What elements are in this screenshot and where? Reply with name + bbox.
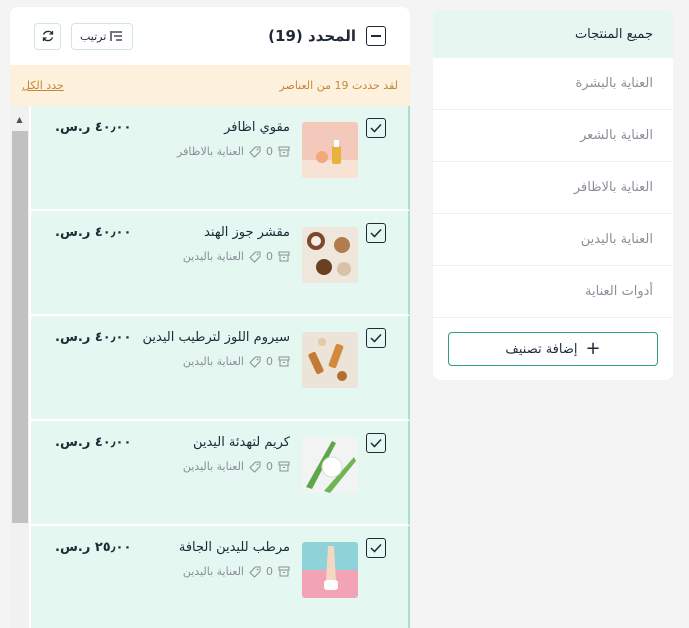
product-image [302, 542, 358, 598]
product-category: العناية بالاظافر [177, 145, 244, 158]
refresh-icon [42, 30, 53, 42]
category-label: أدوات العناية [585, 284, 653, 299]
check-icon [370, 543, 382, 553]
product-price: ٤٠٫٠٠ ر.س. [55, 225, 132, 240]
category-hand-care[interactable]: العناية باليدين [433, 214, 673, 266]
box-icon [278, 251, 290, 262]
product-price: ٤٠٫٠٠ ر.س. [55, 330, 132, 345]
tag-icon [249, 146, 261, 158]
box-icon [278, 356, 290, 367]
product-name[interactable]: مقشر جوز الهند [204, 225, 290, 240]
category-skin-care[interactable]: العناية بالبشرة [433, 58, 673, 110]
product-meta: 0 العناية باليدين [183, 355, 290, 368]
products-panel: المحدد (19) ترتيب لقد حددت 19 من العناصر… [10, 7, 410, 628]
check-icon [370, 123, 382, 133]
box-icon [278, 461, 290, 472]
sort-label: ترتيب [80, 29, 107, 43]
product-row[interactable]: سيروم اللوز لترطيب اليدين 0 العناية بالي… [31, 316, 410, 421]
product-image [302, 437, 358, 493]
product-list: ▲ مقوي اظافر 0 العناية بالاظافر ٤٠٫٠٠ ر.… [10, 106, 410, 628]
category-label: العناية بالبشرة [575, 76, 654, 91]
category-hair-care[interactable]: العناية بالشعر [433, 110, 673, 162]
product-meta: 0 العناية باليدين [183, 565, 290, 578]
categories-panel: جميع المنتجات العناية بالبشرة العناية با… [433, 10, 673, 380]
sort-button[interactable]: ترتيب [71, 22, 134, 50]
category-label: العناية بالشعر [579, 128, 653, 143]
add-category-button[interactable]: + إضافة تصنيف [448, 332, 658, 366]
product-price: ٤٠٫٠٠ ر.س. [55, 435, 132, 450]
selected-count-title: المحدد (19) [268, 27, 356, 45]
product-row[interactable]: مقوي اظافر 0 العناية بالاظافر ٤٠٫٠٠ ر.س. [31, 106, 410, 211]
refresh-button[interactable] [34, 22, 61, 50]
check-icon [370, 438, 382, 448]
product-row[interactable]: مرطب لليدين الجافة 0 العناية باليدين ٢٥٫… [31, 526, 410, 628]
tag-icon [249, 356, 261, 368]
product-checkbox[interactable] [366, 118, 386, 138]
tag-icon [249, 566, 261, 578]
box-icon [278, 566, 290, 577]
scrollbar-thumb[interactable] [12, 131, 28, 523]
tag-icon [249, 461, 261, 473]
plus-icon: + [585, 338, 601, 359]
product-checkbox[interactable] [366, 538, 386, 558]
product-meta: 0 العناية باليدين [183, 250, 290, 263]
product-name[interactable]: سيروم اللوز لترطيب اليدين [142, 330, 290, 345]
product-image [302, 227, 358, 283]
category-label: العناية بالاظافر [573, 180, 653, 195]
scroll-up-icon[interactable]: ▲ [10, 110, 29, 128]
product-checkbox[interactable] [366, 328, 386, 348]
product-image [302, 122, 358, 178]
category-label: جميع المنتجات [574, 26, 653, 42]
product-checkbox[interactable] [366, 433, 386, 453]
sort-icon [110, 31, 123, 41]
box-icon [278, 146, 290, 157]
check-icon [370, 333, 382, 343]
stock-count: 0 [266, 460, 273, 473]
tag-icon [249, 251, 261, 263]
product-category: العناية باليدين [182, 460, 244, 473]
stock-count: 0 [266, 565, 273, 578]
product-image [302, 332, 358, 388]
category-all-products[interactable]: جميع المنتجات [433, 10, 673, 58]
product-category: العناية باليدين [182, 565, 244, 578]
product-name[interactable]: مرطب لليدين الجافة [179, 540, 290, 555]
category-nail-care[interactable]: العناية بالاظافر [433, 162, 673, 214]
stock-count: 0 [266, 355, 273, 368]
product-price: ٢٥٫٠٠ ر.س. [55, 540, 132, 555]
category-care-tools[interactable]: أدوات العناية [433, 266, 673, 318]
stock-count: 0 [266, 250, 273, 263]
product-name[interactable]: كريم لتهدئة اليدين [193, 435, 290, 450]
products-header: المحدد (19) ترتيب [10, 7, 410, 65]
product-name[interactable]: مقوي اظافر [224, 120, 290, 135]
product-category: العناية باليدين [182, 355, 244, 368]
category-label: العناية باليدين [580, 232, 653, 247]
scrollbar[interactable]: ▲ [10, 106, 29, 628]
check-icon [370, 228, 382, 238]
product-price: ٤٠٫٠٠ ر.س. [55, 120, 132, 135]
product-meta: 0 العناية باليدين [183, 460, 290, 473]
product-checkbox[interactable] [366, 223, 386, 243]
select-all-link[interactable]: حدد الكل [22, 79, 64, 92]
add-category-label: إضافة تصنيف [505, 341, 578, 357]
product-row[interactable]: كريم لتهدئة اليدين 0 العناية باليدين ٤٠٫… [31, 421, 410, 526]
product-category: العناية باليدين [182, 250, 244, 263]
product-meta: 0 العناية بالاظافر [177, 145, 290, 158]
product-row[interactable]: مقشر جوز الهند 0 العناية باليدين ٤٠٫٠٠ ر… [31, 211, 410, 316]
stock-count: 0 [266, 145, 273, 158]
selection-banner: لقد حددت 19 من العناصر حدد الكل [10, 65, 410, 106]
deselect-all-checkbox[interactable] [366, 26, 386, 46]
selection-text: لقد حددت 19 من العناصر [279, 79, 398, 92]
